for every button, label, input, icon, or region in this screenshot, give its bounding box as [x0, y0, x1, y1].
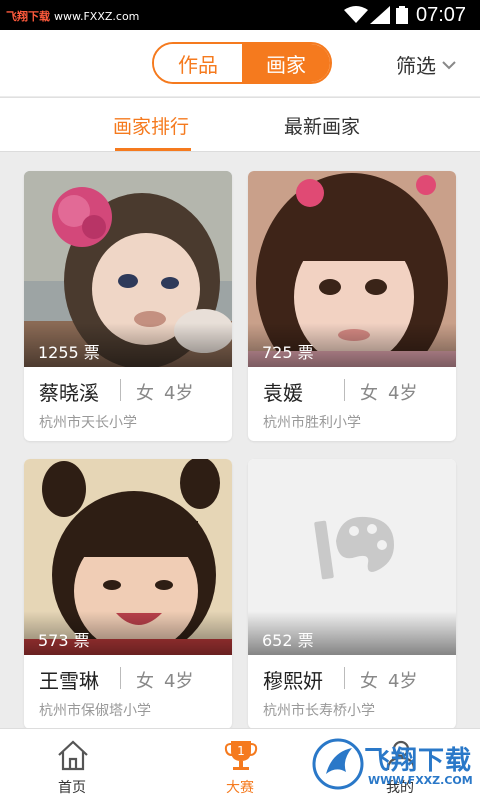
painter-gender: 女: [136, 383, 154, 404]
top-bar: 作品 画家 筛选: [0, 30, 480, 96]
tab-new-painters[interactable]: 最新画家: [284, 112, 360, 139]
painter-age: 4岁: [164, 671, 194, 692]
painter-gender: 女: [360, 671, 378, 692]
painter-photo: 725 票: [248, 171, 456, 367]
painter-school: 杭州市保俶塔小学: [39, 703, 151, 719]
nav-contest-label: 大赛: [226, 780, 254, 796]
chevron-down-icon: [442, 60, 456, 69]
sub-tabs: 画家排行 最新画家: [0, 97, 480, 152]
painter-card[interactable]: 652 票 穆熙妍 女 4岁 杭州市长寿桥小学: [248, 459, 456, 729]
divider: [120, 667, 121, 689]
segment-painters[interactable]: 画家: [242, 44, 330, 82]
painter-photo: 573 票: [24, 459, 232, 655]
vote-count: 1255 票: [38, 343, 100, 362]
battery-icon: [396, 6, 408, 24]
nav-home[interactable]: 首页: [12, 729, 132, 800]
divider: [120, 379, 121, 401]
painter-name: 穆熙妍: [263, 669, 323, 693]
trophy-icon: 1: [224, 741, 258, 770]
status-watermark: 飞翔下载 www.FXXZ.com: [6, 8, 139, 24]
signal-icon: [370, 6, 390, 24]
painter-age: 4岁: [164, 383, 194, 404]
painter-school: 杭州市胜利小学: [263, 415, 361, 431]
painter-age: 4岁: [388, 671, 418, 692]
status-bar: 飞翔下载 www.FXXZ.com 07:07: [0, 0, 480, 30]
active-tab-indicator: [115, 148, 191, 151]
nav-contest[interactable]: 1 大赛: [180, 729, 300, 800]
painter-photo: 1255 票: [24, 171, 232, 367]
painter-photo-placeholder: 652 票: [248, 459, 456, 655]
trophy-badge: 1: [237, 744, 245, 758]
works-painters-toggle: 作品 画家: [152, 42, 332, 84]
painter-name: 袁媛: [263, 381, 303, 405]
vote-count: 573 票: [38, 631, 90, 650]
watermark-brand: 飞翔下载: [364, 746, 473, 776]
painter-card[interactable]: 573 票 王雪琳 女 4岁 杭州市保俶塔小学: [24, 459, 232, 729]
painter-card[interactable]: 725 票 袁媛 女 4岁 杭州市胜利小学: [248, 171, 456, 441]
divider: [344, 379, 345, 401]
filter-button[interactable]: 筛选: [396, 50, 456, 79]
vote-count: 725 票: [262, 343, 314, 362]
vote-count: 652 票: [262, 631, 314, 650]
painter-name: 蔡晓溪: [39, 381, 99, 405]
painter-school: 杭州市长寿桥小学: [263, 703, 375, 719]
painter-school: 杭州市天长小学: [39, 415, 137, 431]
painter-name: 王雪琳: [39, 669, 99, 693]
filter-label: 筛选: [396, 54, 436, 78]
segment-works[interactable]: 作品: [154, 44, 242, 82]
wifi-icon: [344, 6, 368, 23]
home-icon: [58, 740, 88, 771]
status-watermark-url: www.FXXZ.com: [54, 10, 140, 23]
watermark-url: WWW.FXXZ.COM: [368, 774, 473, 787]
status-time: 07:07: [416, 4, 467, 26]
painter-gender: 女: [136, 671, 154, 692]
divider: [344, 667, 345, 689]
painter-card[interactable]: 1255 票 蔡晓溪 女 4岁 杭州市天长小学: [24, 171, 232, 441]
tab-painter-ranking[interactable]: 画家排行: [113, 112, 189, 139]
status-watermark-site: 飞翔下载: [6, 10, 50, 23]
painter-gender: 女: [360, 383, 378, 404]
nav-home-label: 首页: [58, 780, 86, 796]
painter-age: 4岁: [388, 383, 418, 404]
